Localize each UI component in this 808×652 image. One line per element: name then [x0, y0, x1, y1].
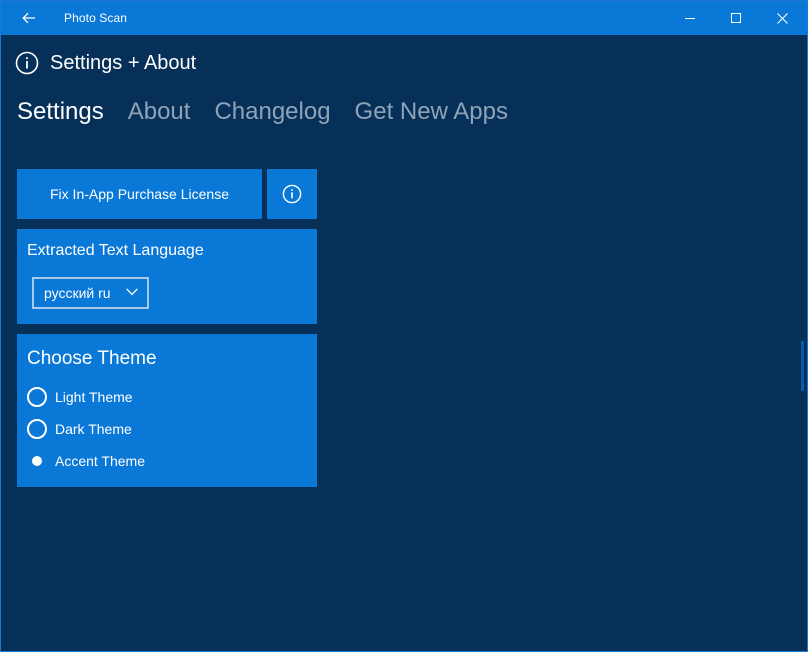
tab-changelog[interactable]: Changelog	[214, 97, 330, 129]
scrollbar-indicator[interactable]	[801, 341, 804, 391]
theme-card-title: Choose Theme	[27, 348, 157, 369]
radio-label: Dark Theme	[55, 421, 132, 437]
theme-card: Choose Theme Light Theme Dark Theme Acce…	[17, 334, 317, 487]
tab-get-new-apps[interactable]: Get New Apps	[355, 97, 508, 129]
radio-circle-checked	[27, 451, 47, 471]
page-header: Settings + About	[15, 49, 196, 77]
tab-settings[interactable]: Settings	[17, 97, 104, 129]
radio-label: Light Theme	[55, 389, 133, 405]
maximize-icon	[731, 13, 741, 23]
close-icon	[776, 12, 788, 24]
window-title: Photo Scan	[64, 11, 128, 25]
minimize-icon	[685, 18, 695, 19]
arrow-left-icon	[22, 12, 35, 24]
radio-circle	[27, 419, 47, 439]
minimize-button[interactable]	[667, 1, 713, 35]
tab-about[interactable]: About	[128, 97, 191, 129]
radio-dark-theme[interactable]: Dark Theme	[27, 418, 132, 440]
close-button[interactable]	[759, 1, 805, 35]
app-window: Photo Scan Settings + About Settings Abo…	[0, 0, 808, 652]
radio-label: Accent Theme	[55, 453, 146, 469]
info-icon	[15, 51, 39, 75]
pivot-tabs: Settings About Changelog Get New Apps	[17, 97, 532, 129]
language-selected-value: русский ru	[44, 285, 111, 301]
language-dropdown[interactable]: русский ru	[32, 277, 149, 309]
radio-accent-theme[interactable]: Accent Theme	[27, 450, 145, 472]
language-card-title: Extracted Text Language	[27, 242, 204, 259]
info-icon	[282, 184, 302, 204]
radio-circle	[27, 387, 47, 407]
page-title: Settings + About	[50, 51, 197, 74]
title-bar: Photo Scan	[1, 1, 807, 35]
maximize-button[interactable]	[713, 1, 759, 35]
chevron-down-icon	[126, 288, 138, 296]
fix-license-button[interactable]: Fix In-App Purchase License	[17, 169, 262, 219]
fix-license-label: Fix In-App Purchase License	[50, 186, 229, 202]
license-info-button[interactable]	[267, 169, 317, 219]
back-button[interactable]	[13, 5, 45, 31]
radio-light-theme[interactable]: Light Theme	[27, 386, 133, 408]
